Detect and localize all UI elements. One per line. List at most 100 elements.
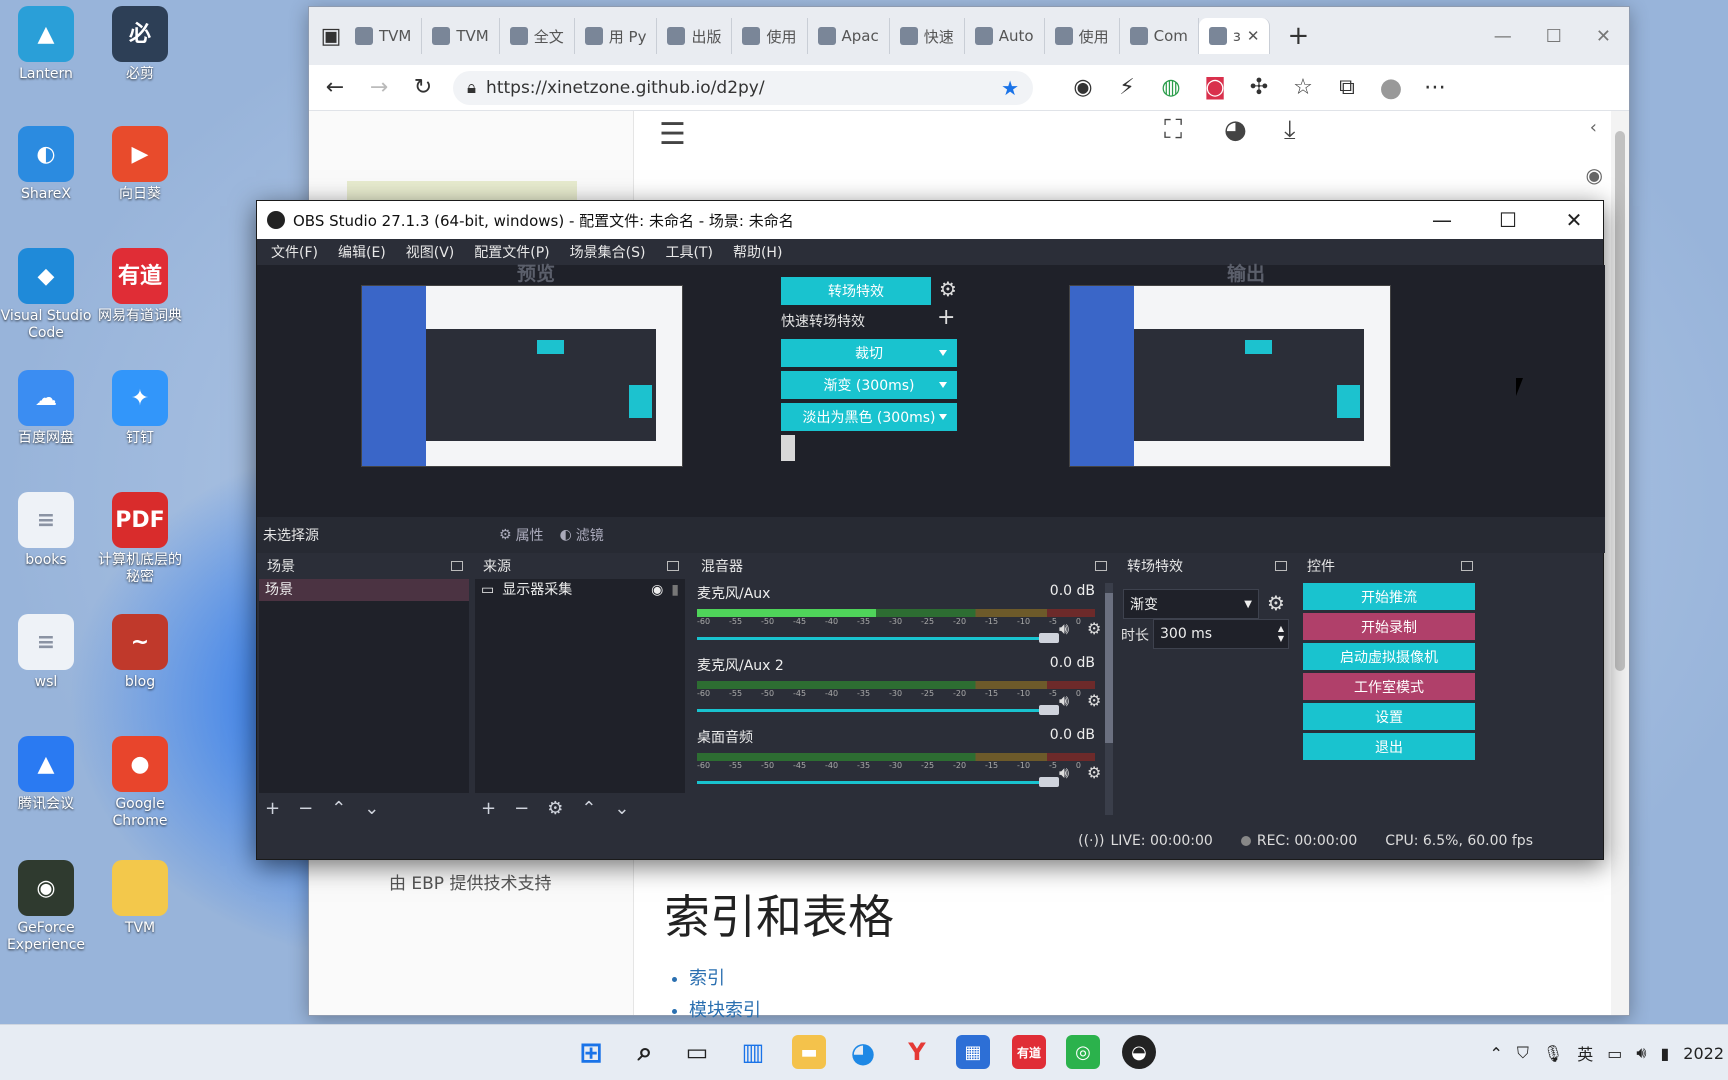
control-button[interactable]: 开始录制	[1303, 613, 1475, 640]
extension-icon[interactable]: ◍	[1157, 75, 1185, 100]
file-explorer-icon[interactable]: ▬	[792, 1035, 826, 1069]
source-properties-gear-icon[interactable]: ⚙	[547, 798, 563, 819]
add-source-icon[interactable]: +	[481, 798, 496, 819]
add-quick-transition-icon[interactable]: +	[937, 305, 955, 330]
filters-button[interactable]: ◐ 滤镜	[560, 525, 604, 545]
obs-menu-item[interactable]: 文件(F)	[261, 242, 328, 262]
control-button[interactable]: 退出	[1303, 733, 1475, 760]
widgets-icon[interactable]: ▥	[736, 1035, 770, 1069]
scrollbar-thumb[interactable]	[1615, 131, 1625, 671]
extension-icon[interactable]: ◉	[1069, 75, 1097, 100]
browser-tab[interactable]: Auto	[965, 18, 1045, 54]
browser-tab[interactable]: 用 Py	[575, 18, 658, 54]
channel-settings-gear-icon[interactable]: ⚙	[1087, 691, 1101, 710]
browser-tab[interactable]: 出版	[657, 18, 733, 54]
transition-settings-gear-icon[interactable]: ⚙	[939, 277, 957, 301]
spin-arrows-icon[interactable]: ▲ ▼	[1278, 624, 1288, 644]
browser-tab[interactable]: TVM	[345, 18, 423, 54]
extensions-puzzle-icon[interactable]: ✣	[1245, 75, 1273, 100]
tab-actions-icon[interactable]: ▣	[317, 24, 345, 49]
desktop-icon[interactable]: ≡ books	[0, 492, 92, 569]
collections-icon[interactable]: ⧉	[1333, 75, 1361, 100]
program-pane[interactable]: 输出	[987, 263, 1605, 517]
undock-icon[interactable]	[1461, 561, 1473, 571]
mute-speaker-icon[interactable]: 🔊︎	[1059, 691, 1069, 711]
control-button[interactable]: 启动虚拟摄像机	[1303, 643, 1475, 670]
move-up-icon[interactable]: ⌃	[331, 798, 346, 819]
favorite-star-icon[interactable]: ★	[1001, 76, 1019, 100]
desktop-icon[interactable]: ✦ 钉钉	[94, 370, 186, 447]
extension-icon[interactable]: ⚡	[1113, 75, 1141, 100]
app-y-icon[interactable]: Y	[900, 1035, 934, 1069]
back-icon[interactable]: ←	[321, 75, 349, 100]
search-icon[interactable]: ⌕	[628, 1035, 662, 1069]
browser-tab[interactable]: 全文	[500, 18, 575, 54]
obs-maximize-icon[interactable]: ☐	[1479, 208, 1537, 232]
microphone-icon[interactable]: 🎙︎	[1543, 1044, 1563, 1063]
desktop-icon[interactable]: TVM	[94, 860, 186, 937]
obs-close-icon[interactable]: ✕	[1545, 208, 1603, 232]
quick-transition-fade[interactable]: 渐变 (300ms)	[781, 371, 957, 399]
properties-button[interactable]: ⚙ 属性	[499, 525, 544, 545]
obs-menu-item[interactable]: 帮助(H)	[723, 242, 792, 262]
wechat-icon[interactable]: ◎	[1066, 1035, 1100, 1069]
transition-button[interactable]: 转场特效	[781, 277, 931, 305]
remove-source-icon[interactable]: −	[514, 798, 529, 819]
favorites-icon[interactable]: ☆	[1289, 75, 1317, 100]
battery-icon[interactable]: ▮	[1660, 1044, 1669, 1063]
visibility-eye-icon[interactable]: ◉	[651, 579, 663, 601]
volume-fader[interactable]	[697, 705, 1059, 715]
desktop-icon[interactable]: ▲ Lantern	[0, 6, 92, 83]
program-canvas[interactable]	[1069, 285, 1391, 467]
extension-icon[interactable]: ◙	[1201, 75, 1229, 100]
ime-indicator[interactable]: 英	[1577, 1041, 1593, 1065]
mute-speaker-icon[interactable]: 🔊︎	[1059, 763, 1069, 783]
page-scrollbar[interactable]	[1611, 111, 1629, 1015]
mixer-scrollbar-thumb[interactable]	[1105, 593, 1113, 743]
volume-icon[interactable]: 🔊︎	[1636, 1043, 1646, 1063]
scene-item[interactable]: 场景	[259, 579, 469, 601]
window-maximize-icon[interactable]: ☐	[1546, 26, 1562, 47]
desktop-icon[interactable]: 必必剪	[94, 6, 186, 83]
desktop-icon[interactable]: ● Google Chrome	[94, 736, 186, 830]
undock-icon[interactable]	[1275, 561, 1287, 571]
fullscreen-icon[interactable]: ⛶	[1164, 115, 1182, 146]
browser-tab[interactable]: 快速	[890, 18, 965, 54]
volume-fader[interactable]	[697, 633, 1059, 643]
move-down-icon[interactable]: ⌄	[364, 798, 379, 819]
browser-tab[interactable]: Com	[1120, 18, 1199, 54]
mixer-scrollbar[interactable]	[1105, 583, 1113, 815]
volume-fader[interactable]	[697, 777, 1059, 787]
desktop-icon[interactable]: ▶ 向日葵	[94, 126, 186, 203]
browser-tab[interactable]: 使用	[732, 18, 808, 54]
obs-taskbar-icon[interactable]: ◒	[1122, 1035, 1156, 1069]
more-menu-icon[interactable]: ⋯	[1421, 75, 1449, 100]
add-scene-icon[interactable]: +	[265, 798, 280, 819]
download-icon[interactable]: ⤓	[1284, 115, 1296, 146]
security-shield-icon[interactable]: ⛉	[1517, 1043, 1529, 1063]
address-bar[interactable]: 🔒︎ https://xinetzone.github.io/d2py/ ★	[453, 70, 1033, 105]
desktop-icon[interactable]: ~ blog	[94, 614, 186, 691]
github-icon[interactable]: ◕	[1224, 115, 1247, 145]
youdao-icon[interactable]: 有道	[1012, 1035, 1046, 1069]
source-item[interactable]: ▭ 显示器采集 ◉ ▮	[475, 579, 685, 601]
tbar-slider[interactable]	[781, 435, 795, 461]
desktop-icon[interactable]: PDF 计算机底层的秘密	[94, 492, 186, 586]
obs-minimize-icon[interactable]: —	[1413, 208, 1471, 232]
desktop-icon[interactable]: 有道 网易有道词典	[94, 248, 186, 325]
network-icon[interactable]: ▭	[1607, 1044, 1622, 1063]
browser-tab[interactable]: 使用	[1045, 18, 1120, 54]
control-button[interactable]: 设置	[1303, 703, 1475, 730]
obs-menu-item[interactable]: 工具(T)	[655, 242, 722, 262]
mute-speaker-icon[interactable]: 🔊︎	[1059, 619, 1069, 639]
hamburger-menu-icon[interactable]: ☰	[659, 117, 686, 152]
clock[interactable]: 2022	[1683, 1044, 1724, 1063]
tab-close-icon[interactable]: ✕	[1247, 27, 1260, 45]
start-windows-icon[interactable]: ⊞	[574, 1035, 608, 1069]
preview-pane[interactable]: 预览	[257, 263, 773, 517]
browser-tab[interactable]: ɜ ✕	[1198, 18, 1271, 54]
remove-scene-icon[interactable]: −	[298, 798, 313, 819]
quick-transition-fade-black[interactable]: 淡出为黑色 (300ms)	[781, 403, 957, 431]
obs-menu-item[interactable]: 场景集合(S)	[560, 242, 656, 262]
window-minimize-icon[interactable]: —	[1494, 26, 1512, 47]
